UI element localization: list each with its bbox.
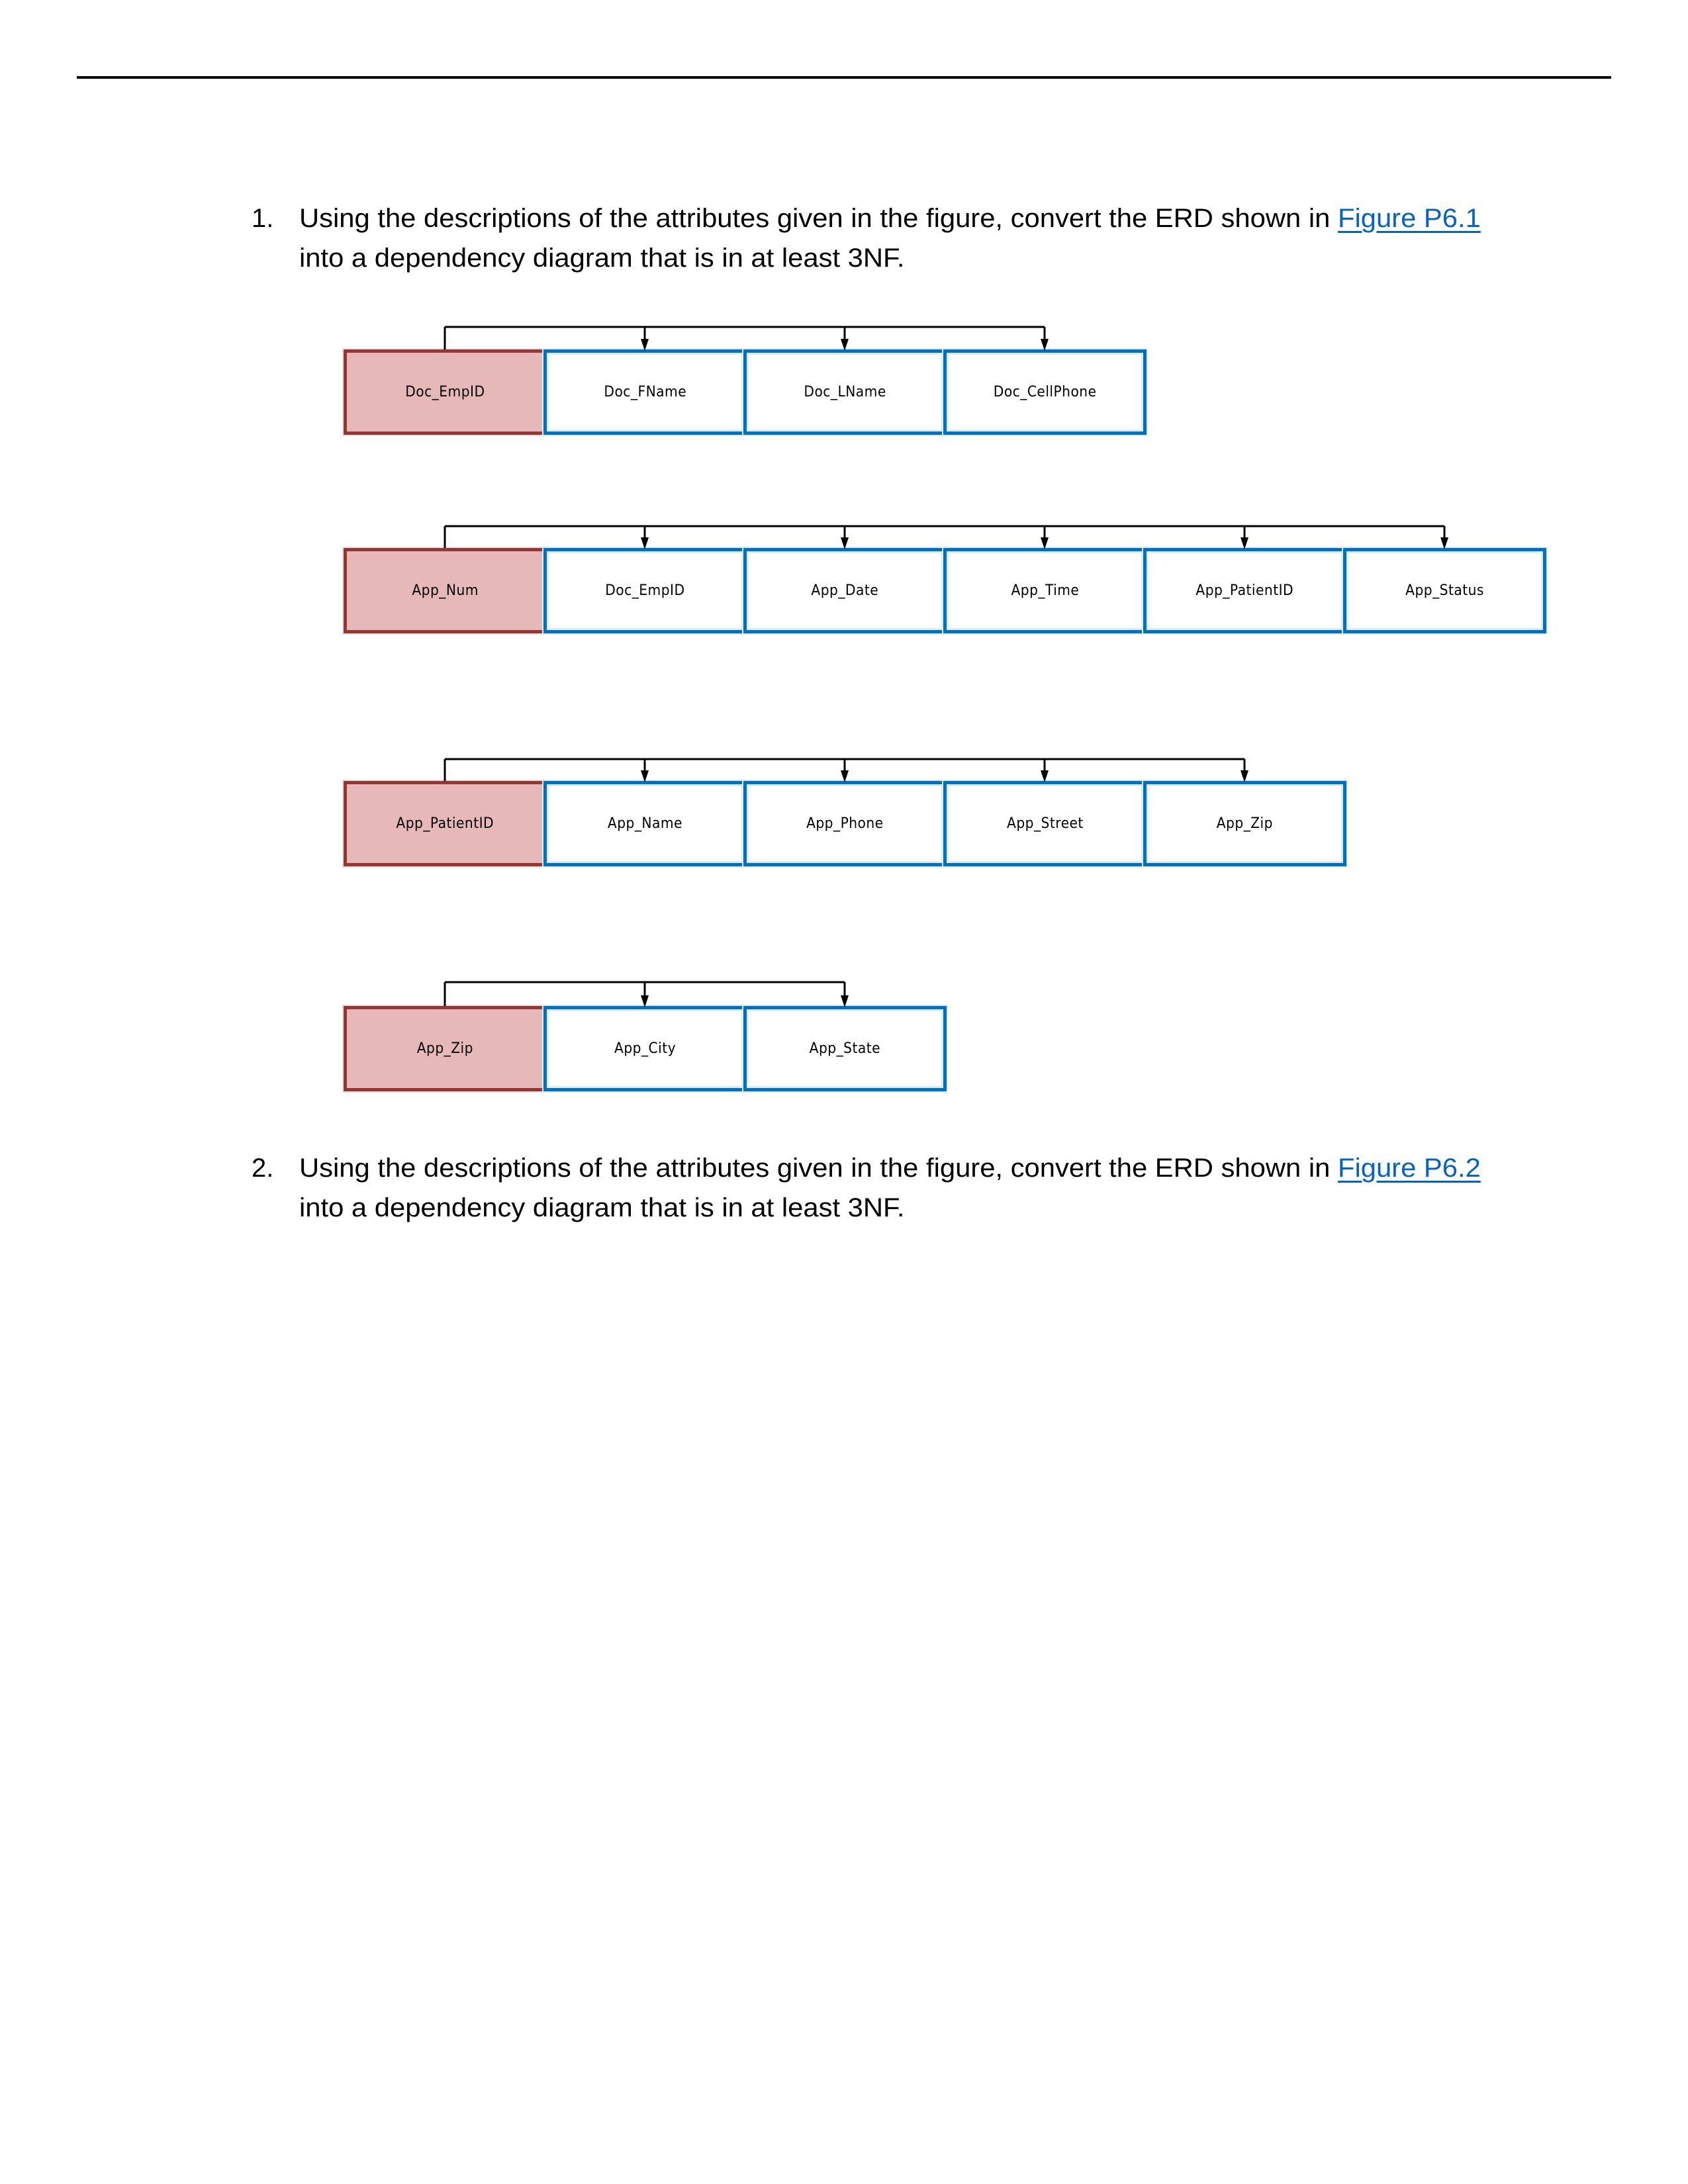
question-text-line-2: into a dependency diagram that is in at …	[299, 1193, 905, 1222]
question-text: Using the descriptions of the attributes…	[299, 1154, 1338, 1183]
question-number: 2.	[252, 1154, 274, 1183]
arrow-head-icon	[641, 995, 649, 1007]
arrow-head-icon	[841, 995, 849, 1007]
figure-link[interactable]: Figure P6.2	[1338, 1154, 1481, 1183]
dependency-arrows	[444, 981, 849, 1007]
question-text-line-1: Using the descriptions of the attributes…	[299, 1148, 1481, 1188]
